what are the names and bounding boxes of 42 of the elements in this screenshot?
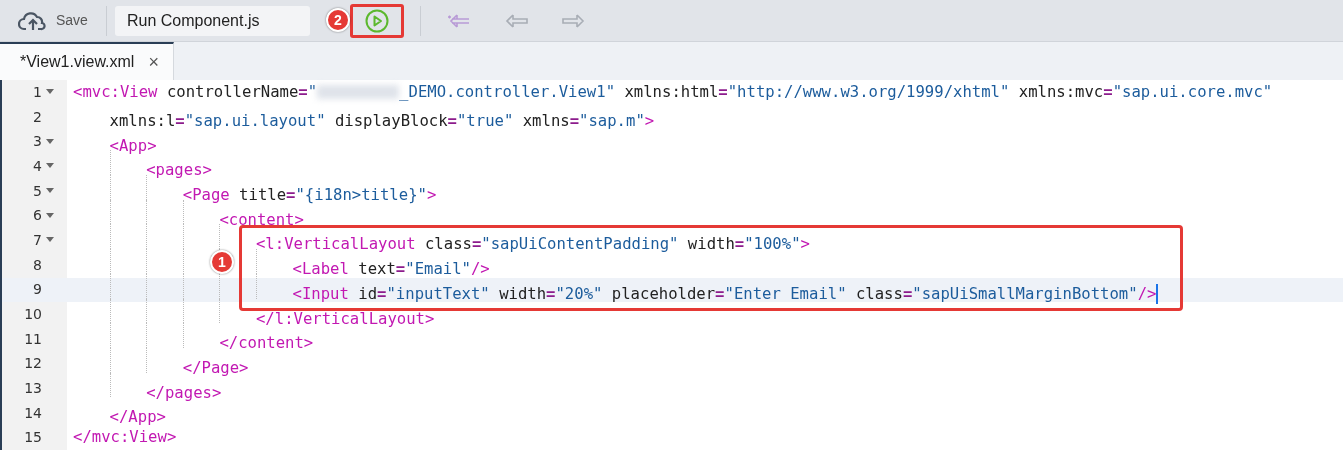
code-line: <Page title="{i18n>title}"> — [67, 178, 1343, 204]
line-number: 5 — [32, 181, 42, 201]
line-number: 10 — [23, 305, 42, 325]
line-number: 8 — [32, 255, 42, 275]
fold-caret-icon — [45, 138, 54, 145]
line-number: 15 — [23, 428, 42, 448]
code-line: </App> — [108, 406, 167, 426]
code-line: <mvc:View controllerName=" _DEMO.controller.View1" xmlns:html="http://www.w3.org/1999/xhtml" xmlns:mvc="sap.ui.core.mvc" — [72, 81, 1274, 103]
fold-caret-icon — [45, 89, 54, 96]
line-number: 14 — [23, 403, 42, 423]
code-line: </l:VerticalLayout> — [67, 302, 1343, 327]
line-number: 6 — [32, 206, 42, 226]
cloud-upload-icon — [18, 9, 48, 32]
line-number: 9 — [32, 280, 42, 300]
play-icon — [364, 8, 389, 33]
line-number: 13 — [23, 379, 42, 399]
code-line: </content> — [67, 326, 1343, 352]
code-line: </mvc:View> — [72, 427, 178, 449]
line-number: 12 — [23, 354, 42, 374]
file-tab[interactable]: *View1.view.xml × — [0, 42, 174, 80]
line-number: 1 — [32, 82, 42, 102]
run-config-field[interactable]: Run Component.js — [114, 5, 310, 36]
line-number: 3 — [32, 132, 42, 152]
code-line: </pages> — [67, 376, 1343, 401]
code-line: xmlns:l="sap.ui.layout" displayBlock="true" xmlns="sap.m"> — [108, 110, 656, 130]
fold-caret-icon — [45, 237, 54, 244]
line-number: 4 — [32, 156, 42, 176]
line-number: 11 — [23, 329, 42, 349]
run-button[interactable] — [349, 3, 404, 38]
tab-label: *View1.view.xml — [20, 52, 135, 72]
code-line: <App> — [108, 135, 158, 155]
close-icon[interactable]: × — [148, 48, 159, 76]
fold-caret-icon — [45, 188, 54, 195]
code-line: </Page> — [67, 351, 1343, 377]
save-button[interactable]: Save — [0, 0, 98, 42]
line-number: 2 — [32, 107, 42, 127]
callout-marker: 1 — [210, 250, 234, 274]
callout-marker: 2 — [326, 8, 350, 32]
code-line: <content> — [67, 203, 1343, 229]
fold-caret-icon — [45, 212, 54, 219]
fold-caret-icon — [45, 163, 54, 170]
line-number: 7 — [32, 230, 42, 250]
